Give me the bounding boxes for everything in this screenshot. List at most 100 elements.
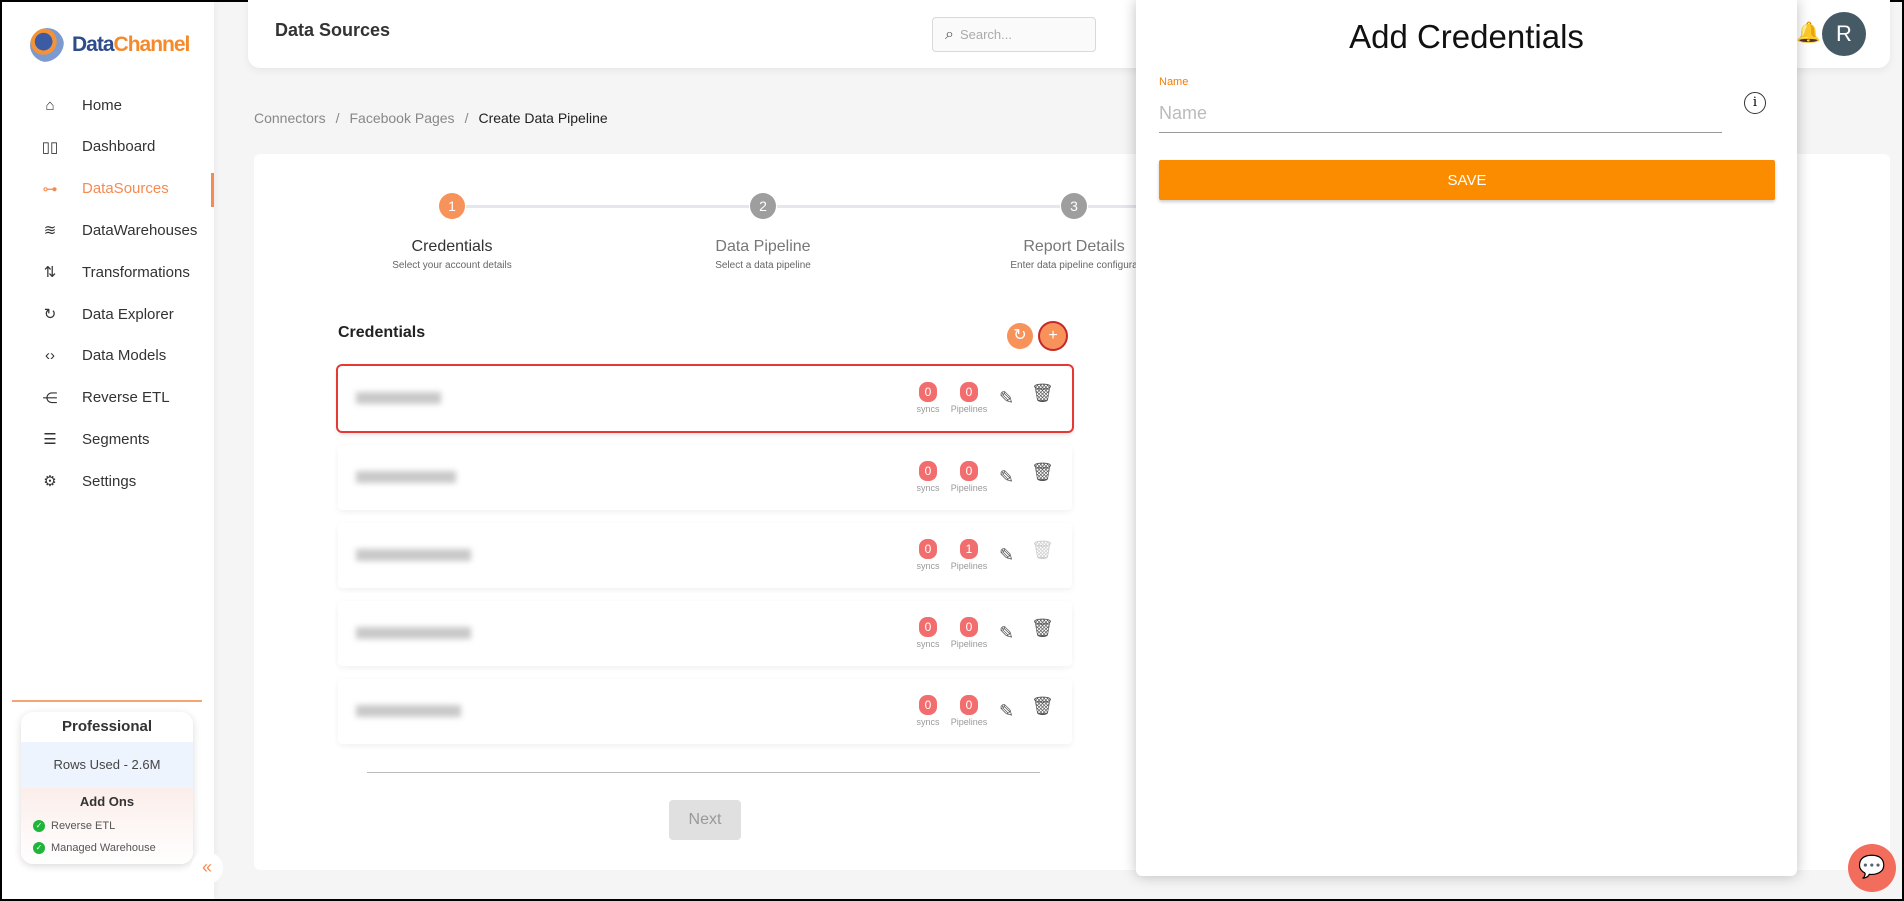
sidebar-item-data-models[interactable]: ‹› Data Models xyxy=(2,338,214,374)
search-icon: ⌕ xyxy=(945,25,954,43)
transform-icon: ⇅ xyxy=(43,264,57,282)
sidebar-item-transformations[interactable]: ⇅ Transformations xyxy=(2,254,214,290)
syncs-badge: 0 syncs xyxy=(916,695,940,727)
pipelines-badge: 0 Pipelines xyxy=(951,617,987,649)
bell-icon[interactable]: 🔔 xyxy=(1796,20,1821,45)
sidebar-item-reverse-etl[interactable]: ⋲ Reverse ETL xyxy=(2,380,214,416)
addons-title: Add Ons xyxy=(79,794,135,809)
save-button[interactable]: SAVE xyxy=(1159,160,1775,200)
step-label: Credentials xyxy=(411,238,493,255)
sidebar-item-data-explorer[interactable]: ↻ Data Explorer xyxy=(2,296,214,332)
datasources-icon: ⊶ xyxy=(42,180,58,198)
chat-button[interactable]: 💬 xyxy=(1848,844,1896,892)
search-input[interactable]: ⌕ Search... xyxy=(932,17,1096,52)
sidebar: DataChannel ⌂ Home ▯▯ Dashboard ⊶ DataSources… xyxy=(2,2,214,899)
sidebar-item-label: Home xyxy=(82,96,123,114)
edit-icon[interactable]: ✎ xyxy=(999,623,1014,644)
explorer-icon: ↻ xyxy=(43,306,57,323)
addon-item: ✓ Managed Warehouse xyxy=(33,837,193,859)
gear-icon: ⚙ xyxy=(43,473,57,491)
syncs-badge: 0 syncs xyxy=(916,382,940,414)
sidebar-item-label: DataWarehouses xyxy=(82,221,198,239)
syncs-badge: 0 syncs xyxy=(916,617,940,649)
step-subtitle: Select your account details xyxy=(392,260,512,271)
logo[interactable]: DataChannel xyxy=(30,28,190,62)
credentials-heading: Credentials xyxy=(338,324,426,341)
plus-icon: + xyxy=(1048,327,1058,344)
collapse-sidebar-button[interactable]: « xyxy=(191,852,223,884)
sidebar-item-label: Reverse ETL xyxy=(82,389,170,407)
step-subtitle: Select a data pipeline xyxy=(715,260,811,271)
layers-icon: ≋ xyxy=(43,222,57,240)
info-icon[interactable]: i xyxy=(1744,92,1766,114)
credential-row[interactable]: 0 syncs 0 Pipelines ✎ 🗑 xyxy=(338,366,1072,431)
syncs-badge: 0 syncs xyxy=(916,539,940,571)
segments-icon: ☰ xyxy=(43,431,57,449)
edit-icon[interactable]: ✎ xyxy=(999,467,1014,488)
page-title: Data Sources xyxy=(275,20,391,40)
sidebar-item-label: Data Models xyxy=(82,347,167,365)
pipelines-badge: 0 Pipelines xyxy=(951,461,987,493)
credential-name-redacted xyxy=(356,705,461,717)
plan-card: Professional Rows Used - 2.6M Add Ons ✓ R… xyxy=(21,712,193,864)
edit-icon[interactable]: ✎ xyxy=(999,545,1014,566)
pipelines-badge: 1 Pipelines xyxy=(951,539,987,571)
breadcrumb-facebook-pages[interactable]: Facebook Pages xyxy=(349,110,454,126)
syncs-badge: 0 syncs xyxy=(916,461,940,493)
sidebar-item-datasources[interactable]: ⊶ DataSources xyxy=(2,171,214,207)
check-icon: ✓ xyxy=(33,820,45,832)
name-input[interactable] xyxy=(1159,95,1722,133)
credential-row[interactable]: 0 syncs 0 Pipelines ✎ 🗑 xyxy=(338,445,1072,510)
code-file-icon: ‹› xyxy=(45,347,55,365)
pipelines-badge: 0 Pipelines xyxy=(951,695,987,727)
credential-row[interactable]: 0 syncs 0 Pipelines ✎ 🗑 xyxy=(338,601,1072,666)
edit-icon[interactable]: ✎ xyxy=(999,388,1014,409)
sidebar-item-settings[interactable]: ⚙ Settings xyxy=(2,463,214,499)
credential-name-redacted xyxy=(356,627,471,639)
panel-title: Add Credentials xyxy=(1349,18,1584,55)
avatar[interactable]: R xyxy=(1822,12,1866,56)
credential-row[interactable]: 0 syncs 0 Pipelines ✎ 🗑 xyxy=(338,679,1072,744)
plan-title: Professional xyxy=(61,718,153,735)
addon-item: ✓ Reverse ETL xyxy=(33,815,193,837)
trash-icon[interactable]: 🗑 xyxy=(1031,383,1054,404)
tree-icon: ⋲ xyxy=(42,389,58,407)
chevrons-left-icon: « xyxy=(201,857,212,877)
sidebar-item-label: Transformations xyxy=(82,263,190,281)
breadcrumb-connectors[interactable]: Connectors xyxy=(254,110,326,126)
trash-icon[interactable]: 🗑 xyxy=(1031,696,1054,717)
credential-name-redacted xyxy=(356,549,471,561)
name-label: Name xyxy=(1159,76,1189,88)
sidebar-item-label: DataSources xyxy=(82,180,169,198)
sidebar-item-label: Data Explorer xyxy=(82,305,174,323)
sidebar-item-label: Segments xyxy=(82,430,150,448)
step-label: Data Pipeline xyxy=(715,238,811,255)
trash-icon[interactable]: 🗑 xyxy=(1031,462,1054,483)
step-connector xyxy=(777,205,1060,208)
trash-icon[interactable]: 🗑 xyxy=(1031,540,1054,561)
step-number: 1 xyxy=(439,193,465,219)
logo-text: DataChannel xyxy=(72,33,190,56)
add-credential-button[interactable]: + xyxy=(1040,323,1066,349)
sidebar-divider xyxy=(12,700,202,702)
credential-name-redacted xyxy=(356,392,441,404)
step-number: 3 xyxy=(1061,193,1087,219)
trash-icon[interactable]: 🗑 xyxy=(1031,618,1054,639)
next-button[interactable]: Next xyxy=(669,800,741,840)
home-icon: ⌂ xyxy=(45,96,55,114)
credential-row[interactable]: 0 syncs 1 Pipelines ✎ 🗑 xyxy=(338,523,1072,588)
check-icon: ✓ xyxy=(33,842,45,854)
sidebar-item-segments[interactable]: ☰ Segments xyxy=(2,421,214,457)
sidebar-item-home[interactable]: ⌂ Home xyxy=(2,87,214,123)
dashboard-icon: ▯▯ xyxy=(41,138,59,156)
rows-used: Rows Used - 2.6M xyxy=(21,742,193,788)
refresh-button[interactable]: ↻ xyxy=(1007,323,1033,349)
step-number: 2 xyxy=(750,193,776,219)
sidebar-item-datawarehouses[interactable]: ≋ DataWarehouses xyxy=(2,212,214,248)
sidebar-item-dashboard[interactable]: ▯▯ Dashboard xyxy=(2,129,214,165)
breadcrumb-current: Create Data Pipeline xyxy=(478,110,608,126)
logo-icon xyxy=(30,28,64,62)
edit-icon[interactable]: ✎ xyxy=(999,701,1014,722)
sidebar-item-label: Settings xyxy=(82,472,137,490)
pipelines-badge: 0 Pipelines xyxy=(951,382,987,414)
